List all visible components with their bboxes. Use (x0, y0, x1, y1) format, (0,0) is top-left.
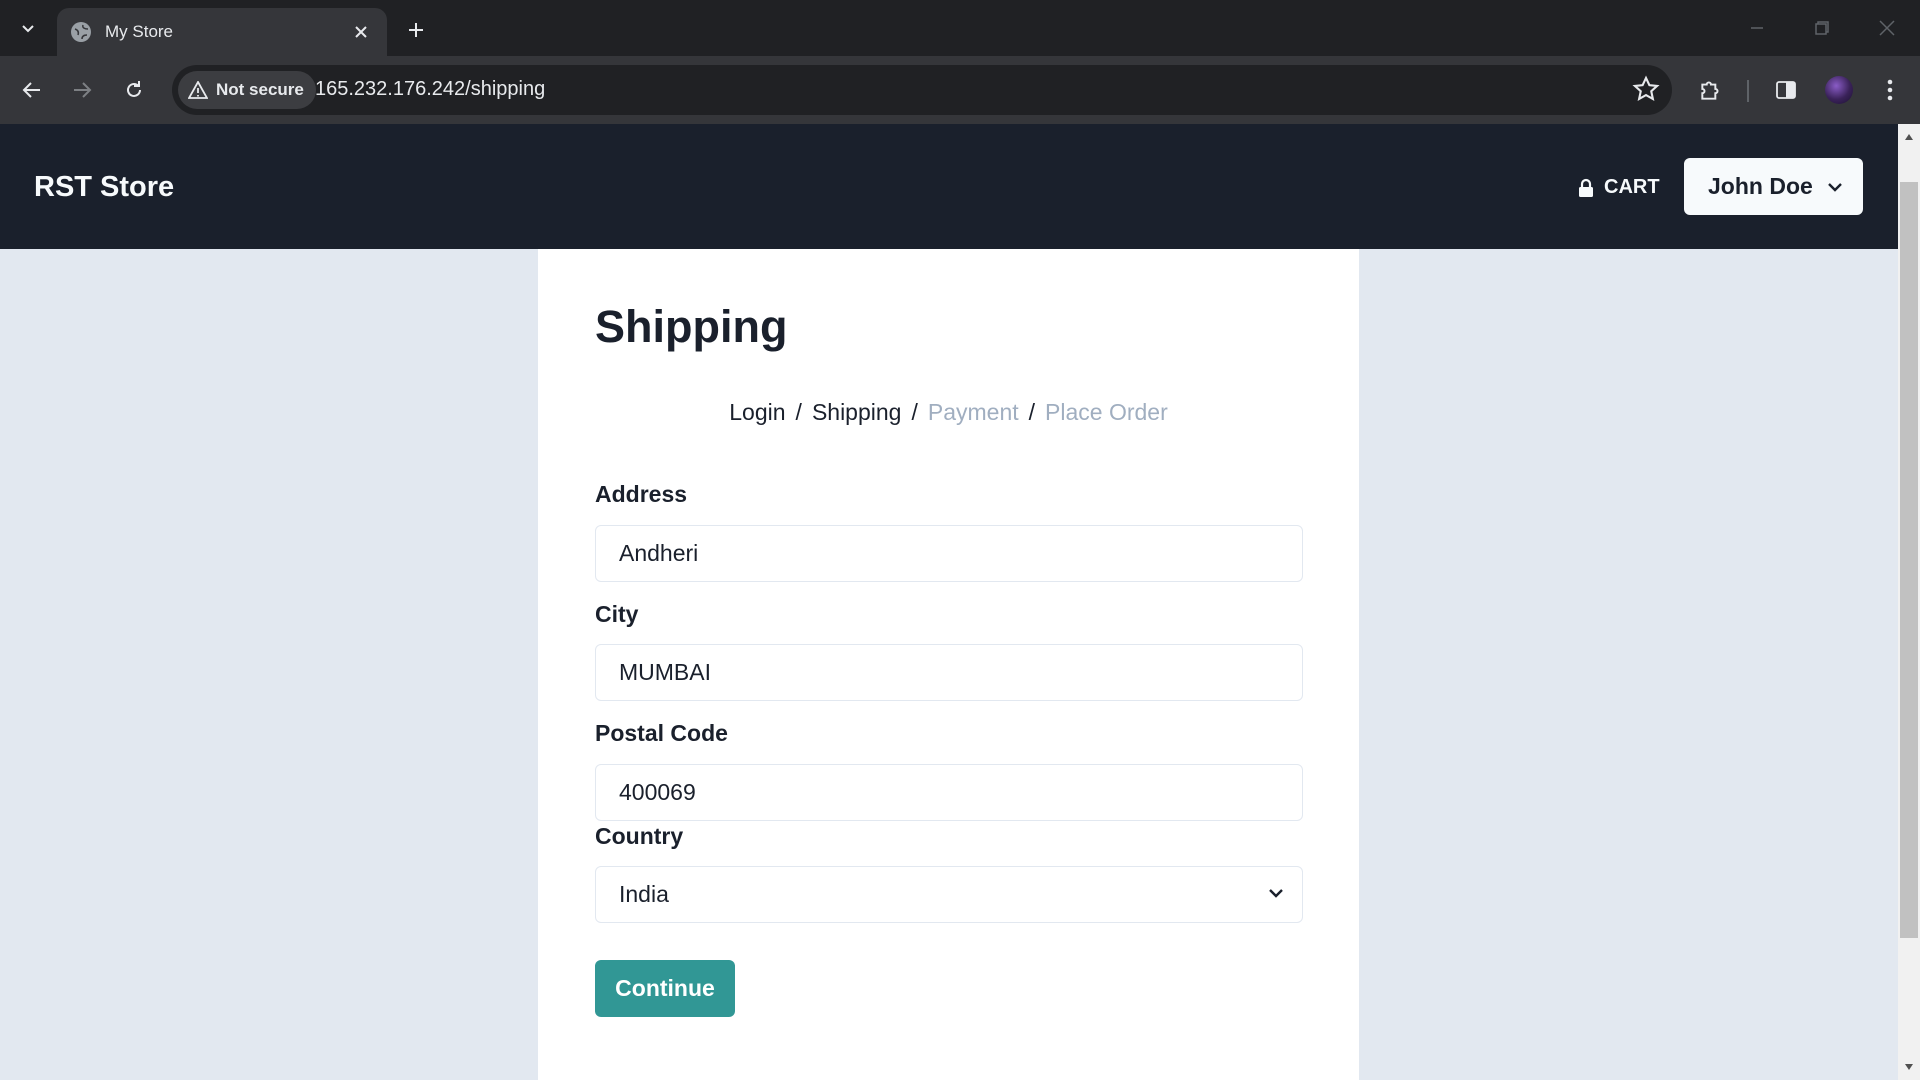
profile-avatar[interactable] (1825, 76, 1853, 104)
close-window-button[interactable] (1862, 10, 1912, 46)
globe-icon (71, 22, 91, 42)
browser-tab[interactable]: My Store (57, 8, 387, 56)
side-panel-icon (1776, 81, 1796, 99)
chevron-down-icon (1269, 889, 1283, 898)
postal-code-value: 400069 (619, 779, 696, 805)
country-select[interactable]: India (595, 866, 1303, 923)
arrow-right-icon (74, 82, 92, 98)
minimize-icon (1751, 27, 1763, 29)
scroll-up-arrow[interactable] (1900, 128, 1918, 146)
brand-logo[interactable]: RST Store (34, 171, 174, 204)
reload-button[interactable] (112, 68, 156, 112)
restore-icon (1815, 21, 1829, 35)
step-shipping[interactable]: Shipping (812, 399, 902, 425)
city-label: City (595, 601, 639, 627)
address-value: Andheri (619, 540, 699, 566)
reload-icon (127, 81, 141, 97)
scroll-down-arrow[interactable] (1900, 1058, 1918, 1076)
arrow-left-icon (22, 82, 40, 98)
continue-button[interactable]: Continue (595, 960, 735, 1017)
user-name: John Doe (1708, 173, 1813, 199)
shipping-card: Shipping Login / Shipping / Payment / Place Or… (538, 249, 1359, 1080)
plus-icon (409, 23, 423, 37)
step-place-order: Place Order (1045, 399, 1168, 425)
close-icon (1879, 20, 1895, 36)
scrollbar-thumb[interactable] (1900, 182, 1918, 938)
new-tab-button[interactable] (400, 14, 432, 46)
kebab-menu-icon (1887, 79, 1893, 101)
puzzle-icon (1701, 81, 1719, 100)
forward-button[interactable] (60, 68, 104, 112)
close-icon[interactable] (349, 20, 373, 44)
address-input[interactable]: Andheri (595, 525, 1303, 582)
step-separator: / (795, 399, 802, 425)
store-navbar: RST Store CART John Doe (0, 124, 1898, 249)
tab-title: My Store (105, 22, 174, 41)
city-value: MUMBAI (619, 659, 711, 685)
cart-link[interactable]: CART (1578, 176, 1660, 199)
minimize-button[interactable] (1732, 10, 1782, 46)
url-text[interactable]: 165.232.176.242/shipping (315, 78, 545, 101)
checkout-steps: Login / Shipping / Payment / Place Order (538, 399, 1359, 426)
triangle-down-icon (1905, 1064, 1913, 1070)
chevron-down-icon (22, 25, 34, 33)
bookmark-button[interactable] (1632, 75, 1660, 108)
page-title: Shipping (595, 301, 788, 352)
postal-code-input[interactable]: 400069 (595, 764, 1303, 821)
security-label: Not secure (216, 80, 304, 99)
address-bar[interactable]: Not secure 165.232.176.242/shipping (172, 65, 1672, 115)
tab-search-button[interactable] (10, 10, 46, 46)
side-panel-button[interactable] (1770, 74, 1802, 106)
city-input[interactable]: MUMBAI (595, 644, 1303, 701)
user-menu-button[interactable]: John Doe (1684, 158, 1863, 215)
security-indicator[interactable]: Not secure (178, 71, 316, 109)
chevron-down-icon (1827, 182, 1842, 192)
back-button[interactable] (10, 68, 54, 112)
step-login[interactable]: Login (729, 399, 785, 425)
step-payment: Payment (927, 399, 1019, 425)
star-icon (1632, 75, 1660, 101)
postal-code-label: Postal Code (595, 720, 728, 746)
country-label: Country (595, 823, 684, 849)
step-separator: / (911, 399, 918, 425)
page-viewport: RST Store CART John Doe Shipping Login / S… (0, 124, 1898, 1080)
browser-tabstrip: My Store (0, 0, 1920, 56)
maximize-button[interactable] (1797, 10, 1847, 46)
step-separator: / (1028, 399, 1036, 425)
triangle-up-icon (1905, 134, 1913, 140)
warning-icon (188, 81, 208, 99)
extensions-button[interactable] (1695, 74, 1727, 106)
browser-toolbar: Not secure 165.232.176.242/shipping (0, 56, 1920, 124)
address-label: Address (595, 481, 688, 507)
browser-menu-button[interactable] (1874, 74, 1906, 106)
country-value: India (619, 881, 669, 907)
lock-icon (1579, 178, 1593, 197)
cart-label: CART (1604, 176, 1660, 198)
toolbar-divider (1747, 80, 1749, 102)
